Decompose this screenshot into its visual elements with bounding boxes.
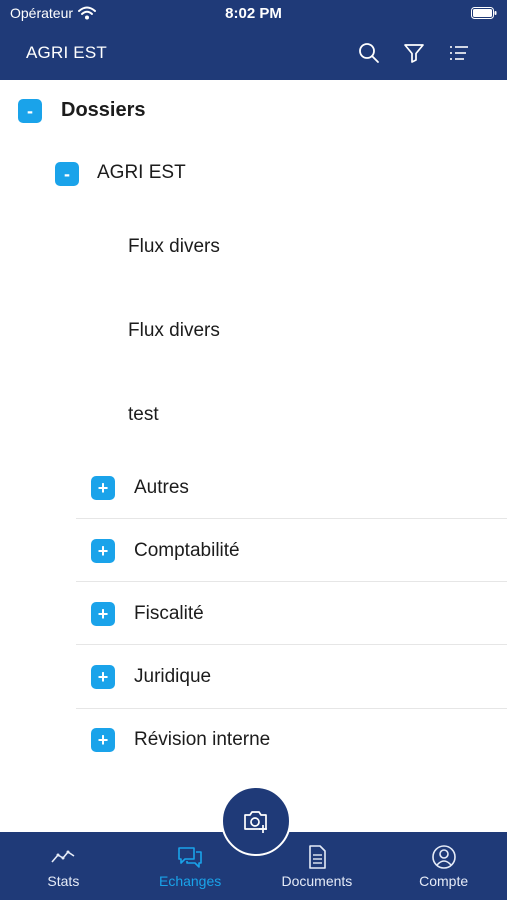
stats-icon <box>51 850 75 863</box>
tab-label: Echanges <box>158 873 222 889</box>
nav-title: AGRI EST <box>26 43 107 62</box>
expand-toggle[interactable]: + <box>91 539 115 563</box>
status-time: 8:02 PM <box>225 5 282 22</box>
expand-toggle[interactable]: + <box>91 665 115 689</box>
collapse-toggle-root[interactable]: - <box>18 99 42 123</box>
filter-icon[interactable] <box>402 41 426 65</box>
camera-add-icon <box>244 811 267 833</box>
file-item[interactable]: Flux divers <box>128 236 220 258</box>
tree-client-label[interactable]: AGRI EST <box>97 162 186 184</box>
chat-icon <box>178 847 202 868</box>
expand-toggle[interactable]: + <box>91 602 115 626</box>
row-divider <box>76 518 507 519</box>
collapse-toggle-client[interactable]: - <box>55 162 79 186</box>
list-icon[interactable] <box>447 41 471 65</box>
expand-toggle[interactable]: + <box>91 728 115 752</box>
folder-label-fiscalite[interactable]: Fiscalité <box>134 603 204 625</box>
add-photo-button[interactable] <box>221 786 291 856</box>
search-icon[interactable] <box>357 41 381 65</box>
tab-stats[interactable]: Stats <box>0 832 127 900</box>
tab-compte[interactable]: Compte <box>380 832 507 900</box>
row-divider <box>76 644 507 645</box>
app-screen: Opérateur 8:02 PM AGRI EST - Dossiers - … <box>0 0 507 900</box>
tree-root-label[interactable]: Dossiers <box>61 99 146 122</box>
row-divider <box>76 708 507 709</box>
expand-toggle[interactable]: + <box>91 476 115 500</box>
file-item[interactable]: Flux divers <box>128 320 220 342</box>
row-divider <box>76 581 507 582</box>
file-item[interactable]: test <box>128 404 159 426</box>
folder-label-juridique[interactable]: Juridique <box>134 666 211 688</box>
tab-label: Compte <box>419 873 469 889</box>
account-icon <box>431 845 456 869</box>
folder-label-revision-interne[interactable]: Révision interne <box>134 729 270 751</box>
document-icon <box>309 845 326 869</box>
battery-icon <box>471 7 497 19</box>
tab-label: Documents <box>281 873 353 889</box>
header: Opérateur 8:02 PM AGRI EST <box>0 0 507 80</box>
folder-label-comptabilite[interactable]: Comptabilité <box>134 540 240 562</box>
tab-label: Stats <box>47 873 80 889</box>
folder-label-autres[interactable]: Autres <box>134 477 189 499</box>
